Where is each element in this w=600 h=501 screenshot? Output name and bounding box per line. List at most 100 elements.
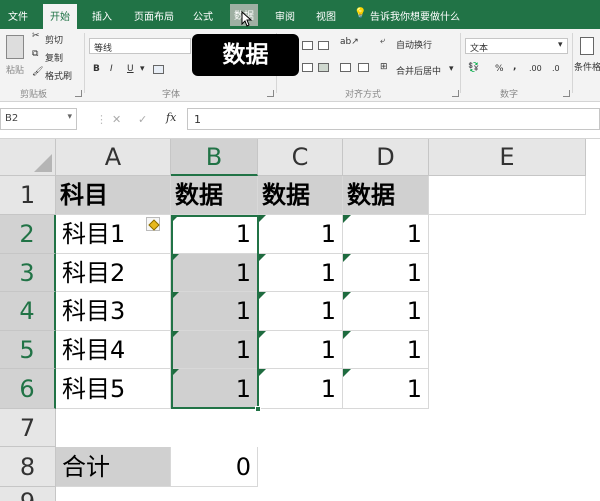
clipboard-launcher-icon[interactable] bbox=[75, 90, 82, 97]
copy-button[interactable]: 复制 bbox=[45, 51, 63, 64]
comma-button[interactable]: , bbox=[513, 62, 516, 72]
number-launcher-icon[interactable] bbox=[563, 90, 570, 97]
cell-d5-value: 1 bbox=[406, 336, 422, 364]
tab-home[interactable]: 开始 bbox=[43, 4, 77, 29]
tab-file[interactable]: 文件 bbox=[8, 8, 28, 23]
ribbon-separator bbox=[572, 33, 573, 93]
conditional-formatting-icon[interactable] bbox=[580, 37, 594, 55]
cell-b8[interactable]: 0 bbox=[171, 447, 258, 487]
align-center-icon[interactable] bbox=[302, 63, 313, 72]
wrap-text-button[interactable]: 自动换行 bbox=[396, 38, 432, 51]
cell-d3[interactable]: 1 bbox=[343, 254, 429, 292]
cell-c2[interactable]: 1 bbox=[258, 215, 343, 254]
row-header-3[interactable]: 3 bbox=[0, 254, 56, 292]
cell-a8[interactable]: 合计 bbox=[56, 447, 171, 487]
align-middle-icon[interactable] bbox=[318, 41, 329, 50]
excel-window: 文件 开始 插入 页面布局 公式 数据 审阅 视图 💡 告诉我你想要做什么 粘贴… bbox=[0, 0, 600, 501]
paste-button[interactable]: 粘贴 bbox=[6, 63, 24, 76]
row-header-6[interactable]: 6 bbox=[0, 369, 56, 409]
cell-a1[interactable]: 科目 bbox=[56, 176, 171, 215]
align-right-icon[interactable] bbox=[318, 63, 329, 72]
error-indicator bbox=[171, 215, 179, 223]
conditional-formatting-button[interactable]: 条件格 bbox=[574, 60, 600, 73]
font-name-select[interactable]: 等线 bbox=[89, 38, 191, 54]
error-indicator bbox=[258, 215, 266, 223]
bold-button[interactable]: B bbox=[93, 64, 100, 74]
cell-b4[interactable]: 1 bbox=[171, 292, 258, 331]
cell-c3[interactable]: 1 bbox=[258, 254, 343, 292]
cell-d1[interactable]: 数据 bbox=[343, 176, 429, 215]
cell-b5[interactable]: 1 bbox=[171, 331, 258, 369]
cell-b1[interactable]: 数据 bbox=[171, 176, 258, 215]
cell-d2[interactable]: 1 bbox=[343, 215, 429, 254]
merge-center-button[interactable]: 合并后居中 bbox=[396, 64, 441, 77]
cell-b3[interactable]: 1 bbox=[171, 254, 258, 292]
tab-review[interactable]: 审阅 bbox=[275, 8, 295, 23]
cancel-icon[interactable]: ✕ bbox=[112, 113, 121, 126]
name-box[interactable]: B2 ▾ bbox=[0, 108, 77, 130]
underline-dropdown-icon[interactable]: ▾ bbox=[140, 64, 145, 74]
cell-a4[interactable]: 科目3 bbox=[56, 292, 171, 331]
decrease-indent-icon[interactable] bbox=[340, 63, 351, 72]
number-format-dropdown-icon[interactable]: ▾ bbox=[558, 40, 563, 50]
column-header-d[interactable]: D bbox=[343, 139, 429, 176]
formula-input[interactable]: 1 bbox=[187, 108, 600, 130]
currency-icon[interactable]: 💱 bbox=[468, 63, 479, 73]
name-box-dropdown-icon[interactable]: ▾ bbox=[67, 112, 72, 122]
border-icon[interactable] bbox=[153, 65, 164, 74]
worksheet-grid[interactable]: A B C D E 1 2 3 4 5 6 7 8 9 科目 数据 数据 数据 … bbox=[0, 138, 600, 501]
insert-function-icon[interactable]: fx bbox=[166, 111, 176, 124]
error-options-icon[interactable] bbox=[146, 217, 160, 231]
cell-c5[interactable]: 1 bbox=[258, 331, 343, 369]
format-painter-icon: 🖌 bbox=[32, 67, 44, 77]
column-header-b[interactable]: B bbox=[171, 139, 258, 176]
number-format-select[interactable]: 文本 bbox=[465, 38, 568, 54]
row-header-7[interactable]: 7 bbox=[0, 409, 56, 447]
cell-b6[interactable]: 1 bbox=[171, 369, 258, 409]
tab-formulas[interactable]: 公式 bbox=[193, 8, 213, 23]
column-header-a[interactable]: A bbox=[56, 139, 171, 176]
italic-button[interactable]: I bbox=[110, 64, 113, 74]
paste-icon[interactable] bbox=[6, 35, 24, 59]
row-header-2[interactable]: 2 bbox=[0, 215, 56, 254]
cell-e1[interactable] bbox=[429, 176, 586, 215]
column-header-c[interactable]: C bbox=[258, 139, 343, 176]
cell-b2[interactable]: 1 bbox=[171, 215, 258, 254]
increase-indent-icon[interactable] bbox=[358, 63, 369, 72]
cell-c6[interactable]: 1 bbox=[258, 369, 343, 409]
underline-button[interactable]: U bbox=[127, 64, 134, 74]
column-header-e[interactable]: E bbox=[429, 139, 586, 176]
row-header-9[interactable]: 9 bbox=[0, 487, 56, 501]
cut-button[interactable]: 剪切 bbox=[45, 33, 63, 46]
row-header-1[interactable]: 1 bbox=[0, 176, 56, 215]
vertical-scroll-area[interactable] bbox=[586, 139, 600, 501]
merge-dropdown-icon[interactable]: ▾ bbox=[449, 64, 454, 74]
decrease-decimal-icon[interactable]: .0 bbox=[552, 64, 560, 73]
cell-d5[interactable]: 1 bbox=[343, 331, 429, 369]
orientation-icon[interactable]: ab↗ bbox=[340, 37, 359, 47]
tell-me-search[interactable]: 告诉我你想要做什么 bbox=[370, 8, 460, 23]
cell-c4[interactable]: 1 bbox=[258, 292, 343, 331]
tab-insert[interactable]: 插入 bbox=[92, 8, 112, 23]
cell-a5[interactable]: 科目4 bbox=[56, 331, 171, 369]
enter-icon[interactable]: ✓ bbox=[138, 113, 147, 126]
alignment-launcher-icon[interactable] bbox=[452, 90, 459, 97]
align-top-icon[interactable] bbox=[302, 41, 313, 50]
cell-d6[interactable]: 1 bbox=[343, 369, 429, 409]
row-header-4[interactable]: 4 bbox=[0, 292, 56, 331]
tab-page-layout[interactable]: 页面布局 bbox=[134, 8, 174, 23]
row-header-8[interactable]: 8 bbox=[0, 447, 56, 487]
cell-a3[interactable]: 科目2 bbox=[56, 254, 171, 292]
format-painter-button[interactable]: 格式刷 bbox=[45, 69, 72, 82]
cell-d4[interactable]: 1 bbox=[343, 292, 429, 331]
error-indicator bbox=[171, 292, 179, 300]
increase-decimal-icon[interactable]: .00 bbox=[529, 64, 542, 73]
font-launcher-icon[interactable] bbox=[267, 90, 274, 97]
select-all-button[interactable] bbox=[0, 139, 56, 176]
tab-view[interactable]: 视图 bbox=[316, 8, 336, 23]
cell-a6[interactable]: 科目5 bbox=[56, 369, 171, 409]
fill-handle[interactable] bbox=[255, 406, 261, 412]
cell-c1[interactable]: 数据 bbox=[258, 176, 343, 215]
row-header-5[interactable]: 5 bbox=[0, 331, 56, 369]
percent-button[interactable]: % bbox=[495, 64, 504, 74]
